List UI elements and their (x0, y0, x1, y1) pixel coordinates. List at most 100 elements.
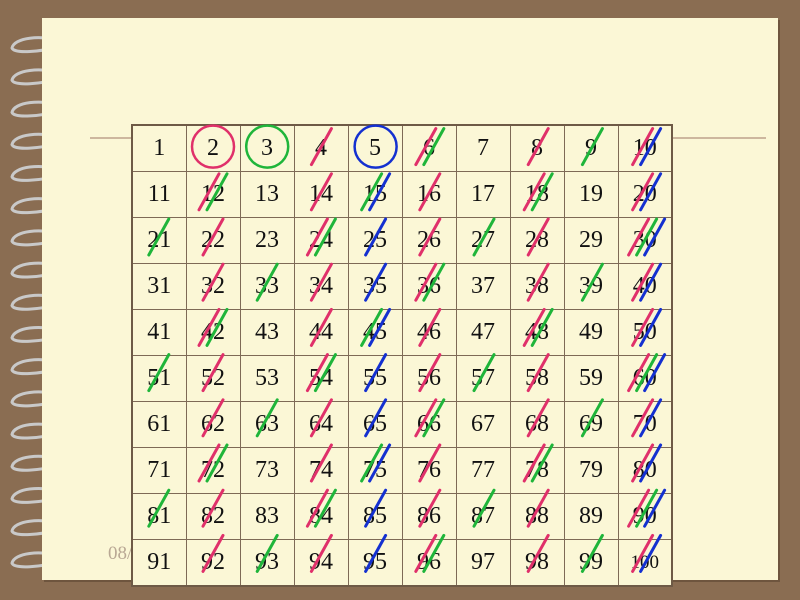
grid-cell: 49 (563, 309, 619, 356)
grid-cell: 54 (293, 355, 349, 402)
grid-cell: 28 (509, 217, 565, 264)
grid-cell: 93 (239, 539, 295, 587)
grid-cell: 17 (455, 171, 511, 218)
grid-cell: 91 (131, 539, 187, 587)
grid-cell: 40 (617, 263, 673, 310)
grid-cell: 56 (401, 355, 457, 402)
grid-cell: 60 (617, 355, 673, 402)
grid-cell: 38 (509, 263, 565, 310)
grid-cell: 24 (293, 217, 349, 264)
grid-cell: 89 (563, 493, 619, 540)
grid-cell: 81 (131, 493, 187, 540)
grid-cell: 63 (239, 401, 295, 448)
grid-cell: 76 (401, 447, 457, 494)
grid-cell: 65 (347, 401, 403, 448)
grid-cell: 86 (401, 493, 457, 540)
grid-cell: 100 (617, 539, 673, 587)
grid-cell: 61 (131, 401, 187, 448)
grid-cell: 53 (239, 355, 295, 402)
grid-cell: 12 (185, 171, 241, 218)
grid-cell: 92 (185, 539, 241, 587)
grid-cell: 22 (185, 217, 241, 264)
grid-cell: 64 (293, 401, 349, 448)
grid-cell: 15 (347, 171, 403, 218)
grid-cell: 44 (293, 309, 349, 356)
grid-cell: 79 (563, 447, 619, 494)
grid-cell: 3 (239, 124, 295, 172)
grid-cell: 55 (347, 355, 403, 402)
grid-row: 11 12 13 14 15 16 17 18 19 20 (131, 171, 673, 218)
grid-cell: 57 (455, 355, 511, 402)
grid-cell: 23 (239, 217, 295, 264)
grid-cell: 52 (185, 355, 241, 402)
grid-row: 31 32 33 34 35 36 37 38 39 40 (131, 263, 673, 310)
grid-row: 91 92 93 94 95 96 97 98 99 100 (131, 539, 673, 587)
grid-cell: 78 (509, 447, 565, 494)
grid-row: 61 62 63 64 65 66 67 68 69 70 (131, 401, 673, 448)
grid-cell: 50 (617, 309, 673, 356)
grid-cell: 82 (185, 493, 241, 540)
grid-cell: 10 (617, 124, 673, 172)
grid-cell: 5 (347, 124, 403, 172)
grid-cell: 35 (347, 263, 403, 310)
grid-cell: 26 (401, 217, 457, 264)
grid-cell: 19 (563, 171, 619, 218)
grid-row: 21 22 23 24 25 26 27 28 29 30 (131, 217, 673, 264)
grid-cell: 16 (401, 171, 457, 218)
grid-cell: 77 (455, 447, 511, 494)
grid-cell: 74 (293, 447, 349, 494)
grid-cell: 11 (131, 171, 187, 218)
grid-cell: 99 (563, 539, 619, 587)
grid-row: 81 82 83 84 85 86 87 88 89 90 (131, 493, 673, 540)
grid-cell: 73 (239, 447, 295, 494)
grid-cell: 71 (131, 447, 187, 494)
grid-cell: 21 (131, 217, 187, 264)
grid-cell: 72 (185, 447, 241, 494)
grid-cell: 88 (509, 493, 565, 540)
grid-cell: 20 (617, 171, 673, 218)
grid-cell: 67 (455, 401, 511, 448)
grid-row: 71 72 73 74 75 76 77 78 79 80 (131, 447, 673, 494)
grid-cell: 37 (455, 263, 511, 310)
grid-cell: 27 (455, 217, 511, 264)
grid-cell: 30 (617, 217, 673, 264)
grid-cell: 41 (131, 309, 187, 356)
grid-cell: 75 (347, 447, 403, 494)
grid-cell: 4 (293, 124, 349, 172)
number-grid: 1 2 3 4 5 6 7 8 9 10 11 12 13 14 15 16 17 18 19 20 21 22 23 24 2… (131, 124, 673, 587)
grid-row: 51 52 53 54 55 56 57 58 59 60 (131, 355, 673, 402)
grid-cell: 62 (185, 401, 241, 448)
grid-cell: 39 (563, 263, 619, 310)
grid-cell: 66 (401, 401, 457, 448)
grid-cell: 6 (401, 124, 457, 172)
grid-cell: 25 (347, 217, 403, 264)
grid-cell: 84 (293, 493, 349, 540)
grid-cell: 90 (617, 493, 673, 540)
grid-cell: 59 (563, 355, 619, 402)
grid-cell: 47 (455, 309, 511, 356)
grid-cell: 83 (239, 493, 295, 540)
grid-cell: 95 (347, 539, 403, 587)
grid-cell: 51 (131, 355, 187, 402)
grid-cell: 9 (563, 124, 619, 172)
grid-cell: 14 (293, 171, 349, 218)
grid-cell: 98 (509, 539, 565, 587)
grid-cell: 1 (131, 124, 187, 172)
grid-cell: 97 (455, 539, 511, 587)
grid-cell: 70 (617, 401, 673, 448)
grid-cell: 34 (293, 263, 349, 310)
grid-cell: 85 (347, 493, 403, 540)
grid-cell: 42 (185, 309, 241, 356)
grid-cell: 94 (293, 539, 349, 587)
grid-cell: 2 (185, 124, 241, 172)
grid-cell: 33 (239, 263, 295, 310)
grid-cell: 87 (455, 493, 511, 540)
grid-cell: 69 (563, 401, 619, 448)
grid-cell: 68 (509, 401, 565, 448)
grid-cell: 45 (347, 309, 403, 356)
grid-cell: 32 (185, 263, 241, 310)
grid-cell: 96 (401, 539, 457, 587)
grid-cell: 80 (617, 447, 673, 494)
grid-cell: 36 (401, 263, 457, 310)
hundred-chart: 1 2 3 4 5 6 7 8 9 10 11 12 13 14 15 16 17 18 19 20 21 22 23 24 2… (131, 124, 673, 587)
